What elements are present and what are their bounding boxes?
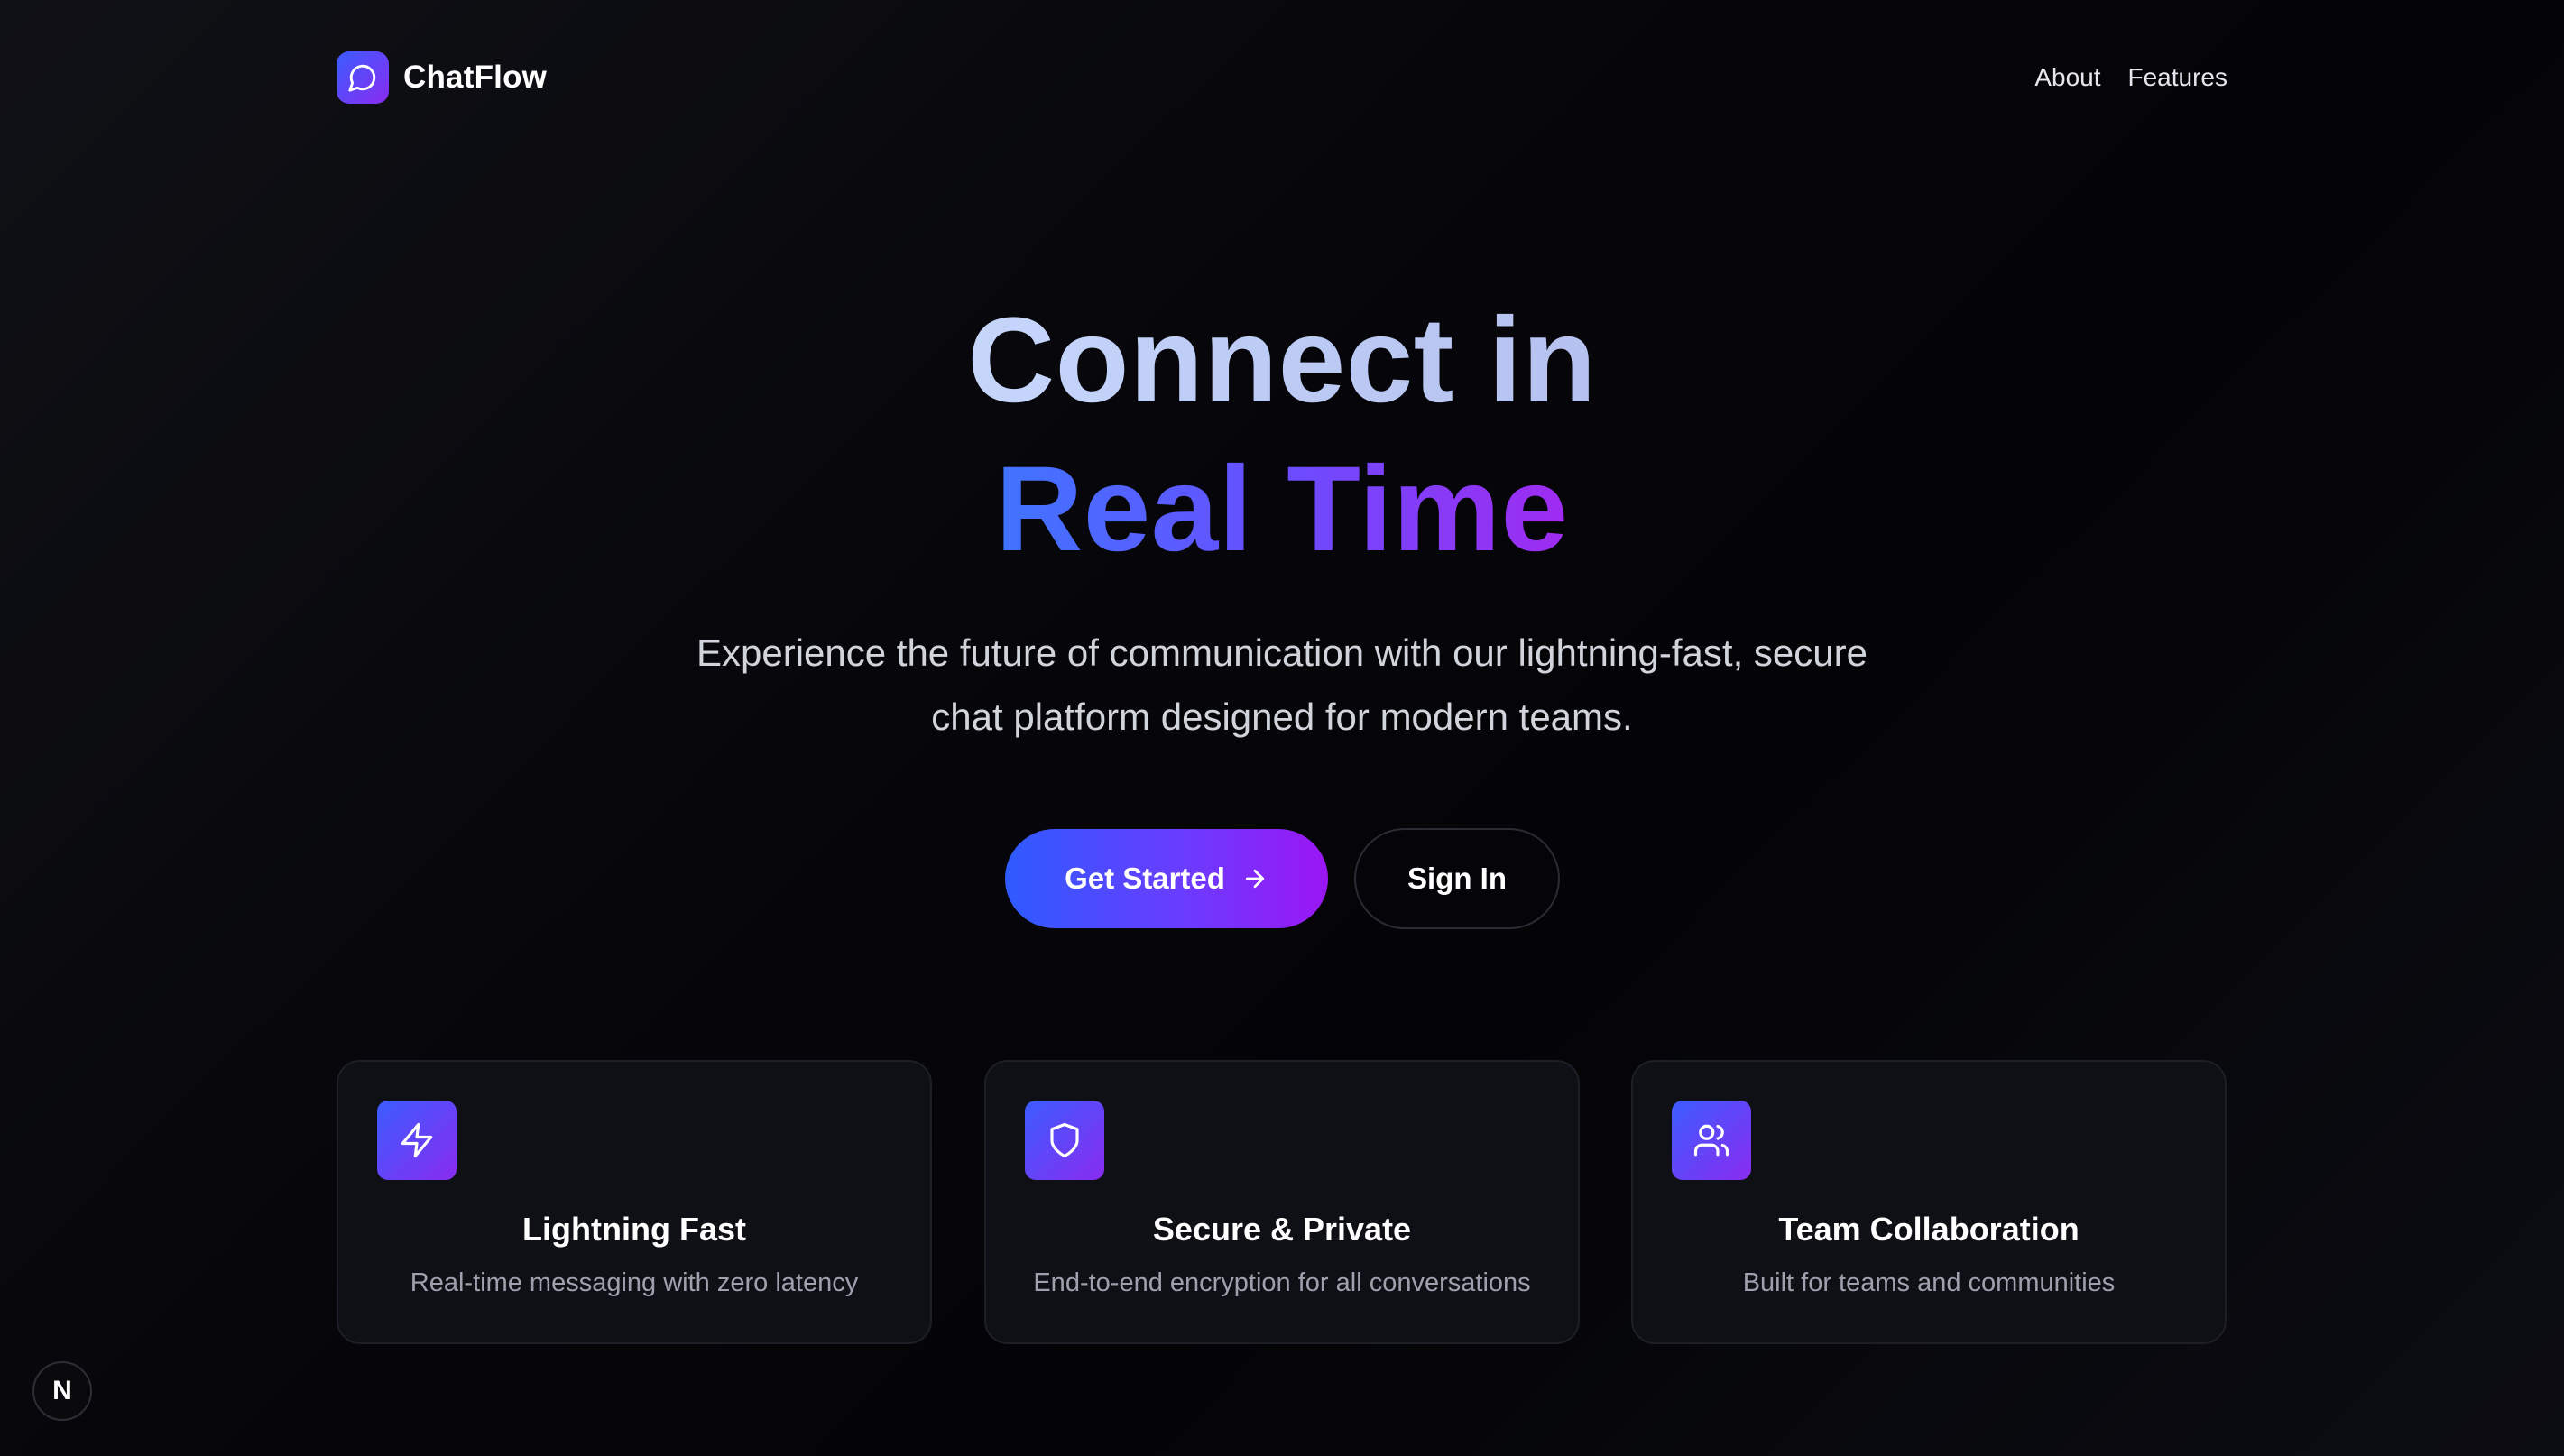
feature-description: End-to-end encryption for all conversati… — [1033, 1268, 1531, 1297]
sign-in-button[interactable]: Sign In — [1354, 828, 1560, 929]
nextjs-dev-badge[interactable]: N — [32, 1361, 92, 1421]
get-started-button[interactable]: Get Started — [1005, 829, 1328, 928]
users-icon — [1672, 1101, 1751, 1180]
feature-card-secure-private: Secure & Private End-to-end encryption f… — [984, 1060, 1580, 1344]
feature-card-team-collaboration: Team Collaboration Built for teams and c… — [1631, 1060, 2227, 1344]
chat-bubble-icon — [337, 51, 389, 104]
brand[interactable]: ChatFlow — [337, 51, 547, 105]
top-nav: ChatFlow About Features — [337, 51, 2227, 105]
feature-description: Real-time messaging with zero latency — [410, 1268, 859, 1297]
hero-headline-line2-text: Real Time — [995, 442, 1569, 576]
hero-subtitle-line1: Experience the future of communication w… — [696, 631, 1868, 674]
lightning-icon — [377, 1101, 457, 1180]
nextjs-logo-icon: N — [52, 1376, 72, 1405]
feature-card-lightning-fast: Lightning Fast Real-time messaging with … — [337, 1060, 932, 1344]
hero-subtitle-line2: chat platform designed for modern teams. — [931, 696, 1633, 738]
sign-in-label: Sign In — [1407, 862, 1507, 895]
get-started-label: Get Started — [1065, 862, 1225, 895]
nav-link-features[interactable]: Features — [2128, 63, 2228, 92]
feature-title: Team Collaboration — [1778, 1211, 2080, 1248]
brand-name: ChatFlow — [403, 60, 548, 95]
hero-headline-line1-text: Connect in — [967, 293, 1597, 428]
hero-subtitle: Experience the future of communication w… — [0, 621, 2564, 749]
hero-headline-line1: Connect in — [0, 300, 2564, 421]
nav-links: About Features — [2007, 51, 2227, 105]
nav-link-about[interactable]: About — [2034, 63, 2100, 92]
feature-description: Built for teams and communities — [1742, 1268, 2116, 1297]
arrow-right-icon — [1241, 865, 1268, 892]
feature-title: Lightning Fast — [522, 1211, 746, 1248]
feature-title: Secure & Private — [1152, 1211, 1412, 1248]
shield-icon — [1025, 1101, 1104, 1180]
hero-headline-line2: Real Time — [0, 449, 2564, 570]
